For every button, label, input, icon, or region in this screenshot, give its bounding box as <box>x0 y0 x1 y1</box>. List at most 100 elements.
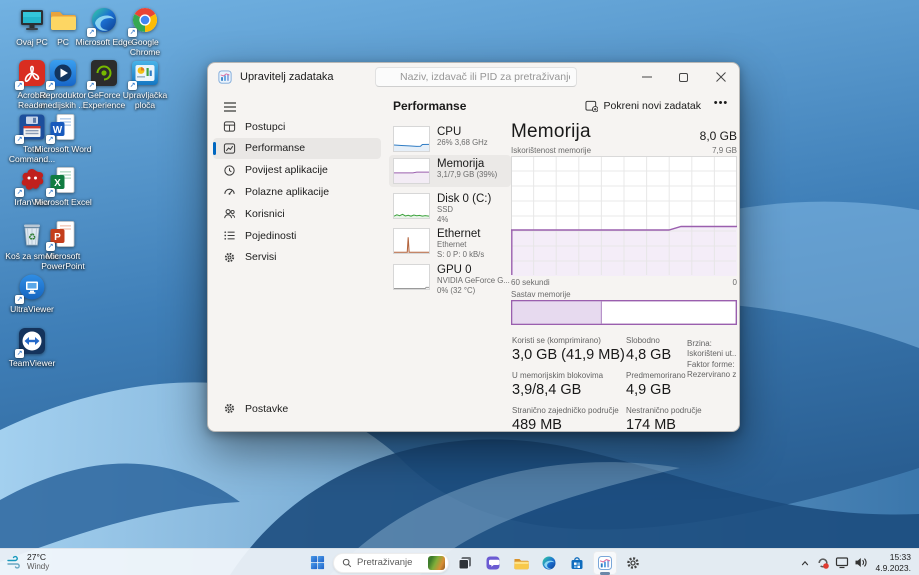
memory-stat: Nestranično područje 174 MB <box>626 406 724 432</box>
start-button[interactable] <box>305 551 329 575</box>
perf-item-ethernet[interactable]: Ethernet EthernetS: 0 P: 0 kB/s <box>389 225 511 257</box>
desktop-icon-excel[interactable]: X↗ Microsoft Excel <box>34 165 92 207</box>
run-new-task-button[interactable]: Pokreni novi zadatak <box>579 97 707 115</box>
disk-mini-graph <box>393 193 430 219</box>
chat-icon <box>485 555 501 571</box>
tray-date: 4.9.2023. <box>876 563 911 573</box>
taskbar-search[interactable]: Pretraživanje <box>333 553 449 573</box>
shortcut-arrow-icon: ↗ <box>87 81 96 90</box>
taskbar-task-manager-button[interactable] <box>593 551 617 575</box>
perf-item-name: Ethernet <box>437 228 484 240</box>
memory-hardware-info: Brzina:Iskorišteni ut...Faktor forme:Rez… <box>687 339 737 381</box>
taskbar-settings-button[interactable] <box>621 551 645 575</box>
perf-item-name: Memorija <box>437 158 497 170</box>
navigation-menu-button[interactable] <box>217 96 243 118</box>
taskbar-search-placeholder: Pretraživanje <box>357 557 423 568</box>
desktop-icon-teamviewer[interactable]: ↗ TeamViewer <box>3 326 61 368</box>
sidebar-item-details[interactable]: Pojedinosti <box>213 225 381 246</box>
hardware-info-label: Faktor forme: <box>687 360 737 370</box>
memory-usage-graph <box>511 156 737 276</box>
taskbar-store-button[interactable] <box>565 551 589 575</box>
speaker-icon[interactable] <box>854 556 868 569</box>
stat-label: Stranično zajedničko područje <box>512 406 626 415</box>
perf-item-detail: 4% <box>437 215 491 225</box>
weather-condition: Windy <box>27 562 49 571</box>
taskbar-file-explorer-button[interactable] <box>509 551 533 575</box>
sidebar-item-performance[interactable]: Performanse <box>213 138 381 159</box>
window-title: Upravitelj zadataka <box>240 71 334 83</box>
svg-text:W: W <box>53 125 63 136</box>
svg-text:X: X <box>54 178 61 189</box>
taskbar-icons <box>453 551 645 575</box>
gpu-mini-graph <box>393 264 430 290</box>
minimize-button[interactable] <box>628 63 665 91</box>
shortcut-arrow-icon: ↗ <box>46 242 55 251</box>
taskbar-edge-button[interactable] <box>537 551 561 575</box>
shortcut-arrow-icon: ↗ <box>46 81 55 90</box>
search-highlight-image[interactable] <box>428 556 445 570</box>
memory-stat: U memorijskim blokovima 3,9/8,4 GB <box>512 371 626 398</box>
shortcut-arrow-icon: ↗ <box>15 81 24 90</box>
sidebar-item-services[interactable]: Servisi <box>213 247 381 268</box>
perf-item-memorija[interactable]: Memorija 3,1/7,9 GB (39%) <box>389 155 511 187</box>
sidebar-item-postavke[interactable]: Postavke <box>213 398 381 419</box>
shortcut-arrow-icon: ↗ <box>15 135 24 144</box>
chrome-icon: ↗ <box>130 5 160 35</box>
perf-item-detail: 26% 3,68 GHz <box>437 138 488 148</box>
memory-stat: Stranično zajedničko područje 489 MB <box>512 406 626 432</box>
perf-item-gpu-0[interactable]: GPU 0 NVIDIA GeForce G...0% (32 °C) <box>389 261 511 293</box>
search-icon <box>342 558 352 568</box>
page-title: Performanse <box>393 99 466 113</box>
desktop-icon-control-panel[interactable]: ↗ Upravljačka ploča <box>116 58 174 110</box>
graph-axis-left: 60 sekundi <box>511 278 550 287</box>
memory-title: Memorija <box>511 121 591 143</box>
sidebar-item-startup-apps[interactable]: Polazne aplikacije <box>213 181 381 202</box>
weather-widget[interactable]: 27°C Windy <box>7 552 49 571</box>
file-explorer-icon <box>513 555 529 571</box>
maximize-button[interactable] <box>665 63 702 91</box>
perf-item-disk-0-c[interactable]: Disk 0 (C:) SSD4% <box>389 190 511 222</box>
performance-icon <box>223 142 236 155</box>
edge-icon: ↗ <box>89 5 119 35</box>
memory-stat: Koristi se (komprimirano) 3,0 GB (41,9 M… <box>512 336 626 363</box>
desktop-icon-word[interactable]: W↗ Microsoft Word <box>34 112 92 154</box>
selection-indicator <box>213 142 216 155</box>
folder-icon <box>48 5 78 35</box>
run-new-task-label: Pokreni novi zadatak <box>604 100 701 112</box>
sidebar-item-users[interactable]: Korisnici <box>213 203 381 224</box>
sidebar-item-processes[interactable]: Postupci <box>213 116 381 137</box>
desktop-icon-ultraviewer[interactable]: ↗ UltraViewer <box>3 272 61 314</box>
tray-chevron-up-icon[interactable] <box>799 557 811 569</box>
hardware-info-label: Iskorišteni ut... <box>687 349 737 359</box>
taskbar-chat-button[interactable] <box>481 551 505 575</box>
details-icon <box>223 229 236 242</box>
perf-item-cpu[interactable]: CPU 26% 3,68 GHz <box>389 123 511 155</box>
teamviewer-icon: ↗ <box>17 326 47 356</box>
desktop-icon-label: Upravljačka ploča <box>116 90 174 110</box>
cpu-mini-graph <box>393 126 430 152</box>
ultraviewer-icon: ↗ <box>17 272 47 302</box>
taskbar-clock[interactable]: 15:33 4.9.2023. <box>876 552 915 572</box>
tray-display-icon[interactable] <box>835 556 849 569</box>
sidebar-item-app-history[interactable]: Povijest aplikacije <box>213 160 381 181</box>
desktop-icon-label: Microsoft Excel <box>34 197 92 207</box>
tray-app-icon[interactable] <box>816 556 830 570</box>
sidebar-item-label: Korisnici <box>245 208 285 220</box>
sidebar-item-label: Postupci <box>245 121 285 133</box>
graph-axis-right: 0 <box>733 278 737 287</box>
desktop-icon-chrome[interactable]: ↗ Google Chrome <box>116 5 174 57</box>
services-icon <box>223 251 236 264</box>
shortcut-arrow-icon: ↗ <box>128 28 137 37</box>
titlebar[interactable]: Upravitelj zadataka <box>208 63 739 91</box>
memory-composition-bar[interactable] <box>511 300 737 325</box>
window-search-input[interactable] <box>375 67 577 87</box>
taskbar-task-view-button[interactable] <box>453 551 477 575</box>
perf-item-detail: SSD <box>437 205 491 215</box>
perf-item-detail: 0% (32 °C) <box>437 286 507 296</box>
desktop-icon-powerpoint[interactable]: P↗ Microsoft PowerPoint <box>34 219 92 271</box>
perf-item-name: CPU <box>437 126 488 138</box>
close-button[interactable] <box>702 63 739 91</box>
users-icon <box>223 207 236 220</box>
windows-logo-icon <box>310 555 325 570</box>
more-options-button[interactable]: ••• <box>711 97 731 115</box>
